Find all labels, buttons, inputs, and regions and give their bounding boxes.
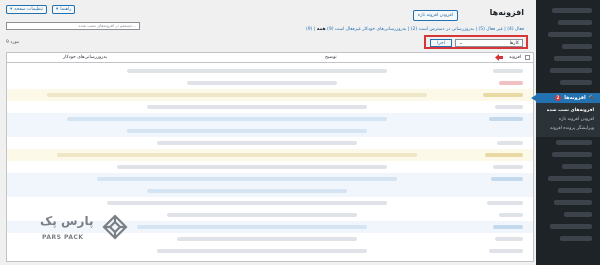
table-header: به‌روزرسانی‌های خودکار توضیح افزونه: [7, 53, 533, 63]
table-row[interactable]: [7, 185, 533, 197]
chevron-down-icon: ▾: [56, 7, 59, 12]
sidebar-item-label: افزونه‌ها: [564, 95, 586, 101]
plugin-icon: 🔌: [588, 95, 595, 101]
table-row[interactable]: [7, 77, 533, 89]
table-row[interactable]: [7, 161, 533, 173]
screen-options-button[interactable]: ▾ تنظیمات صفحه: [6, 5, 47, 14]
chevron-down-icon: ⌄: [459, 40, 463, 46]
update-count-badge: 2: [554, 95, 562, 101]
chevron-down-icon: ▾: [10, 7, 13, 12]
table-row[interactable]: [7, 65, 533, 77]
page-title: افزونه‌ها: [489, 8, 524, 17]
bulk-actions-highlight: ⌄ کار‌ها اجرا: [424, 35, 528, 49]
logo-text-en: PARS PACK: [42, 234, 84, 241]
table-row[interactable]: [7, 113, 533, 125]
red-arrow-icon: [495, 54, 503, 61]
table-row[interactable]: [7, 137, 533, 149]
table-row[interactable]: [7, 149, 533, 161]
table-row[interactable]: [7, 89, 533, 101]
submenu-add-new[interactable]: افزودن افزونه تازه: [536, 115, 594, 124]
logo-text-fa: پارس پک: [40, 214, 94, 228]
add-new-plugin-button[interactable]: افزودن افزونه تازه: [412, 10, 458, 21]
plugin-status-filters[interactable]: (9) | فعال (4) | غیر فعال (5) | به‌روزرس…: [306, 27, 524, 32]
bulk-actions-select[interactable]: ⌄ کار‌ها: [455, 39, 523, 47]
table-row[interactable]: [7, 197, 533, 209]
col-description: توضیح: [325, 55, 337, 60]
table-row[interactable]: [7, 101, 533, 113]
col-plugin: افزونه: [509, 55, 521, 60]
table-row[interactable]: [7, 173, 533, 185]
parspack-mark-icon: [102, 214, 128, 240]
select-all-checkbox[interactable]: [525, 55, 530, 60]
help-button[interactable]: ▾ راهنما: [52, 5, 76, 14]
main-content: ▾ تنظیمات صفحه ▾ راهنما افزونه‌ها افزودن…: [0, 0, 536, 265]
apply-button[interactable]: اجرا: [430, 39, 452, 47]
submenu-plugin-editor[interactable]: ویرایشگر پرونده افزونه: [536, 124, 594, 133]
submenu-installed-plugins[interactable]: افزونه‌های نصب شده: [536, 106, 594, 115]
current-menu-arrow-icon: [531, 95, 536, 101]
admin-sidebar: 2 افزونه‌ها 🔌 افزونه‌های نصب شده افزودن …: [531, 0, 600, 265]
col-autoupdate[interactable]: به‌روزرسانی‌های خودکار: [63, 55, 107, 60]
table-row[interactable]: [7, 125, 533, 137]
search-input[interactable]: جستجو در افزونه‌های نصب شده...: [6, 22, 140, 30]
items-count: 9 مورد: [6, 40, 20, 45]
sidebar-item-plugins[interactable]: 2 افزونه‌ها 🔌: [531, 93, 600, 103]
plugins-submenu: افزونه‌های نصب شده افزودن افزونه تازه وی…: [536, 103, 600, 137]
parspack-logo: پارس پک PARS PACK: [40, 210, 128, 250]
